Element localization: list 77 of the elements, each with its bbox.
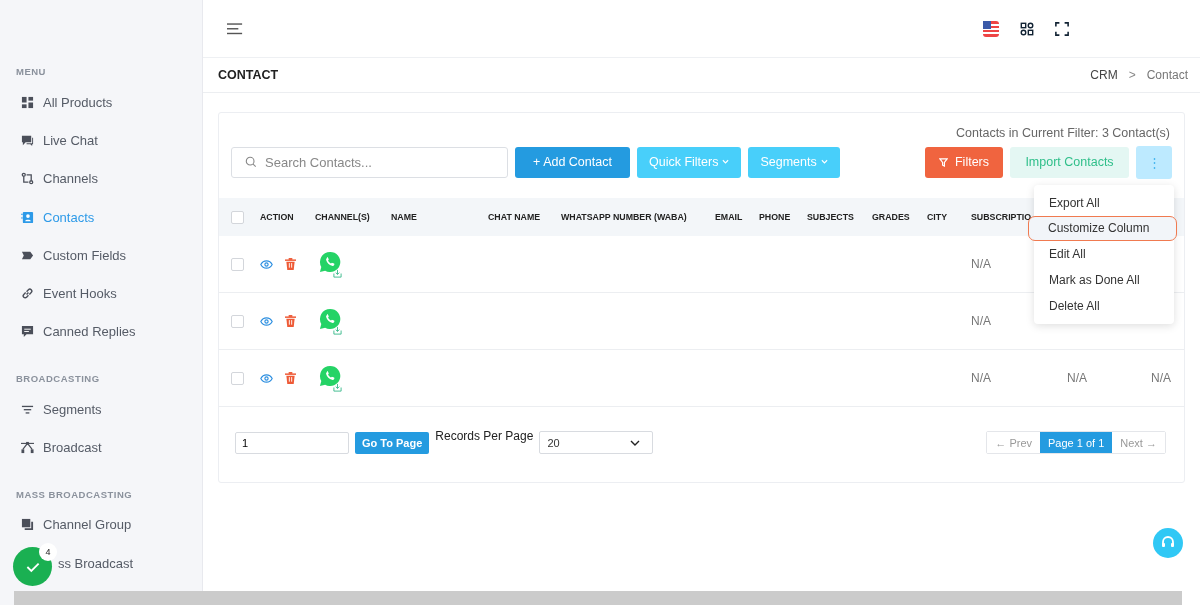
row-checkbox[interactable] bbox=[231, 314, 244, 328]
page-number-field[interactable]: 1 bbox=[235, 431, 349, 454]
sidebar-item[interactable]: Canned Replies bbox=[0, 312, 202, 352]
fullscreen-icon[interactable] bbox=[1055, 21, 1069, 36]
stack-icon bbox=[21, 518, 34, 532]
row-checkbox[interactable] bbox=[231, 371, 244, 385]
menu-item[interactable]: Mark as Done All bbox=[1034, 267, 1178, 293]
records-per-page-select[interactable]: 20 bbox=[539, 431, 654, 454]
column-header: SUBJECTS bbox=[807, 212, 855, 222]
sidebar-item[interactable]: Live Chat bbox=[0, 121, 202, 160]
contact-card-icon bbox=[21, 210, 34, 224]
breadcrumb-current: Contact bbox=[1146, 68, 1188, 82]
sidebar-item[interactable]: ss Broadcast bbox=[58, 555, 134, 571]
table-cell-text: N/A bbox=[971, 314, 992, 328]
phone-bubble-icon bbox=[319, 365, 341, 387]
column-header: EMAIL bbox=[715, 212, 744, 222]
sidebar-item[interactable]: Event Hooks bbox=[0, 274, 202, 313]
chat-icon bbox=[21, 133, 34, 147]
delete-icon[interactable] bbox=[285, 258, 296, 270]
column-header: WHATSAPP NUMBER (WABA) bbox=[561, 212, 688, 222]
menu-item[interactable]: Edit All bbox=[1034, 241, 1178, 267]
sidebar-item[interactable]: All Products bbox=[0, 83, 202, 122]
page-indicator: Page 1 of 1 bbox=[1040, 432, 1113, 453]
apps-icon[interactable] bbox=[1020, 21, 1034, 36]
column-header: NAME bbox=[391, 212, 418, 222]
download-icon[interactable] bbox=[333, 383, 342, 392]
column-header: CHAT NAME bbox=[488, 212, 542, 222]
phone-bubble-icon bbox=[319, 308, 341, 330]
section-heading: MENU bbox=[15, 66, 47, 77]
grid-icon bbox=[21, 95, 34, 109]
column-header: PHONE bbox=[759, 212, 792, 222]
menu-icon[interactable] bbox=[227, 21, 244, 36]
flag-icon[interactable] bbox=[983, 20, 999, 37]
column-header: ACTION bbox=[260, 212, 295, 222]
phone-bubble-icon bbox=[319, 251, 341, 273]
chevron-icon bbox=[820, 159, 828, 165]
delete-icon[interactable] bbox=[285, 315, 296, 327]
records-per-page-label: Records Per Page bbox=[435, 429, 534, 443]
menu-item[interactable]: Export All bbox=[1034, 190, 1178, 216]
chevron-icon bbox=[722, 159, 730, 165]
page-title: CONTACT bbox=[218, 68, 279, 82]
download-icon[interactable] bbox=[333, 326, 342, 335]
filter-icon bbox=[939, 157, 948, 167]
chevron-icon bbox=[630, 439, 641, 446]
view-icon[interactable] bbox=[260, 315, 273, 327]
support-button[interactable] bbox=[1153, 528, 1183, 558]
breadcrumb-link[interactable]: CRM bbox=[1090, 68, 1118, 82]
select-all-checkbox[interactable] bbox=[231, 210, 244, 224]
sidebar-item[interactable]: Segments bbox=[0, 390, 202, 429]
column-header: CITY bbox=[927, 212, 949, 222]
delete-icon[interactable] bbox=[285, 372, 296, 384]
channels-icon bbox=[21, 172, 34, 186]
table-cell-text: N/A bbox=[971, 371, 992, 385]
row-checkbox[interactable] bbox=[231, 257, 244, 271]
download-icon[interactable] bbox=[333, 269, 342, 278]
table-cell-text: N/A bbox=[1067, 371, 1088, 385]
sidebar-item[interactable]: Custom Fields bbox=[0, 236, 202, 275]
view-icon[interactable] bbox=[260, 258, 273, 270]
sidebar-item[interactable]: Channel Group bbox=[0, 505, 202, 544]
search-field[interactable]: Search Contacts... bbox=[231, 146, 508, 178]
section-heading: BROADCASTING bbox=[15, 373, 101, 385]
section-heading: MASS BROADCASTING bbox=[15, 488, 134, 500]
message-icon bbox=[21, 325, 34, 339]
view-icon[interactable] bbox=[260, 372, 273, 384]
contacts-count: Contacts in Current Filter: 3 Contact(s) bbox=[956, 126, 1170, 140]
menu-item[interactable]: Delete All bbox=[1034, 293, 1178, 319]
sidebar-item[interactable]: Broadcast bbox=[0, 428, 202, 467]
link-icon bbox=[21, 287, 34, 301]
breadcrumb-separator: > bbox=[1128, 68, 1136, 82]
table-cell-text: N/A bbox=[971, 257, 992, 271]
column-header: CHANNEL(S) bbox=[315, 212, 371, 222]
table-cell-text: N/A bbox=[1151, 371, 1172, 385]
nodes-icon bbox=[21, 441, 34, 454]
sidebar-item[interactable]: Channels bbox=[0, 159, 202, 198]
column-header: GRADES bbox=[872, 212, 911, 222]
search-icon bbox=[245, 155, 257, 168]
scrollbar[interactable] bbox=[14, 591, 1182, 605]
